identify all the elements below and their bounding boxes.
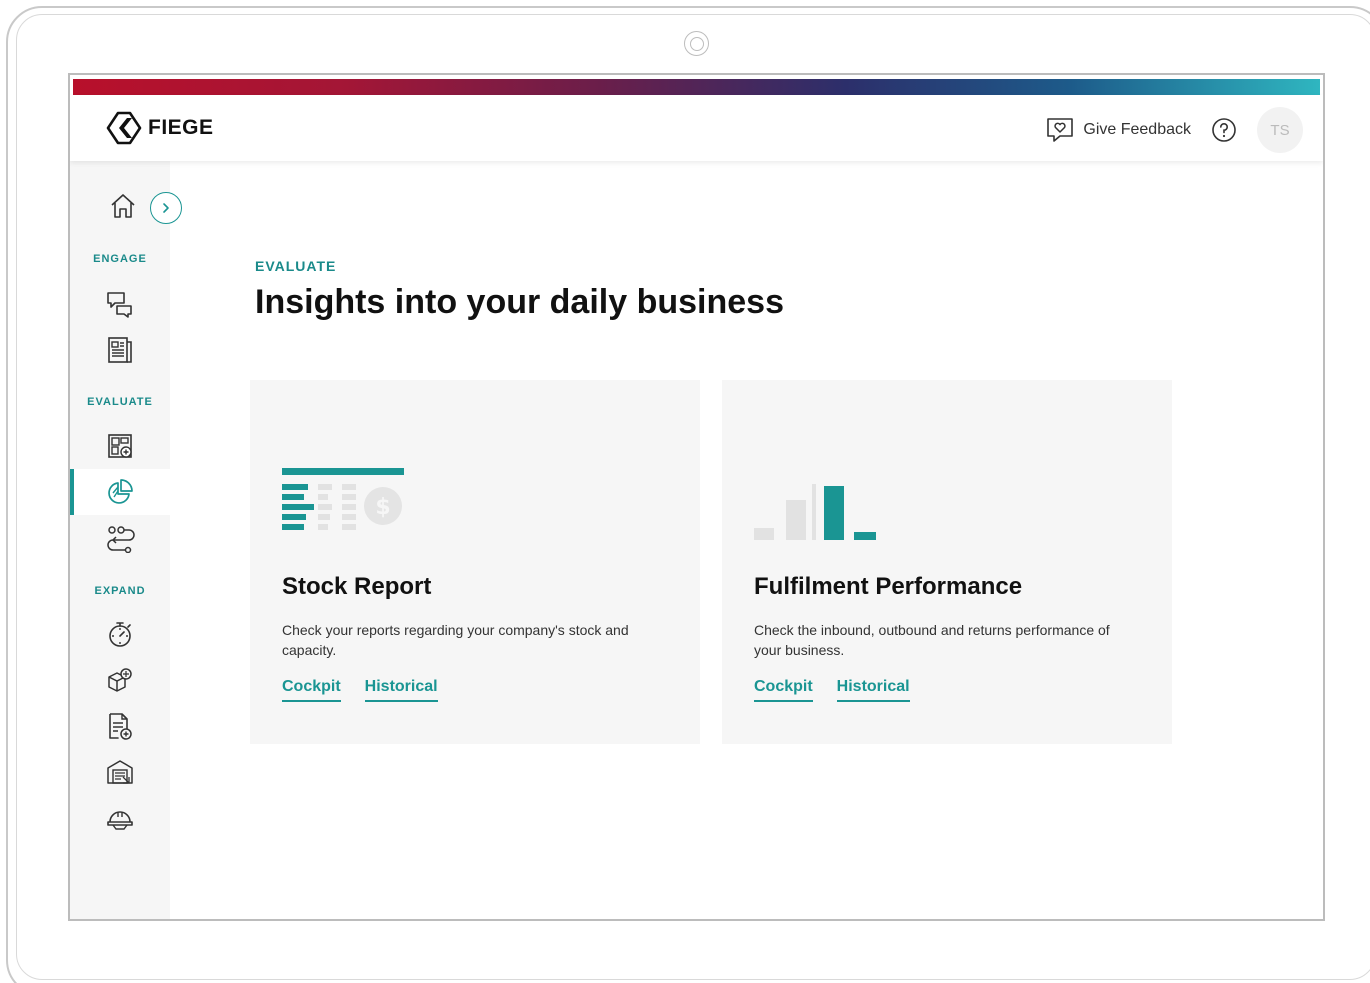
page-title: Insights into your daily business	[255, 283, 784, 321]
help-button[interactable]	[1211, 117, 1237, 143]
sidebar-item-flow[interactable]	[70, 515, 170, 561]
card-fulfilment-performance[interactable]: Fulfilment Performance Check the inbound…	[722, 380, 1172, 744]
bar-chart-icon	[754, 468, 878, 545]
sidebar-item-warehouse[interactable]	[70, 749, 170, 795]
sidebar-item-safety[interactable]	[70, 795, 170, 841]
give-feedback-button[interactable]: Give Feedback	[1045, 116, 1191, 144]
stock-report-cockpit-link[interactable]: Cockpit	[282, 678, 341, 702]
top-header: FIEGE Give Feedback TS	[70, 95, 1323, 161]
stock-report-icon: $	[282, 468, 406, 539]
boxes-icon	[108, 668, 132, 692]
document-add-icon	[109, 713, 132, 740]
camera-icon	[684, 31, 709, 56]
sidebar-item-stopwatch[interactable]	[70, 611, 170, 657]
news-icon	[108, 337, 132, 363]
sidebar-item-boxes[interactable]	[70, 657, 170, 703]
helmet-icon	[107, 811, 133, 830]
sidebar: ENGAGE EVALUATE EXPAND	[70, 161, 182, 919]
fulfilment-cockpit-link[interactable]: Cockpit	[754, 678, 813, 702]
fiege-logo[interactable]: FIEGE	[106, 111, 214, 145]
feedback-heart-icon	[1047, 118, 1074, 142]
chat-icon	[107, 292, 132, 318]
sidebar-item-chat[interactable]	[70, 281, 170, 327]
card-title: Fulfilment Performance	[754, 573, 1023, 600]
card-description: Check the inbound, outbound and returns …	[754, 622, 1110, 658]
sidebar-item-analytics[interactable]	[70, 469, 170, 515]
flow-icon	[107, 526, 135, 553]
section-label-expand: EXPAND	[94, 585, 146, 597]
feedback-label: Give Feedback	[1083, 121, 1191, 138]
stopwatch-icon	[109, 622, 131, 647]
sidebar-item-dashboard[interactable]	[70, 423, 170, 469]
brand-gradient-bar	[73, 79, 1320, 95]
page-eyebrow: EVALUATE	[255, 258, 337, 274]
sidebar-item-document[interactable]	[70, 703, 170, 749]
logo-text: FIEGE	[148, 116, 214, 139]
fulfilment-historical-link[interactable]: Historical	[836, 678, 910, 702]
building-icon	[107, 760, 133, 784]
stock-report-historical-link[interactable]: Historical	[364, 678, 438, 702]
help-icon	[1212, 118, 1236, 142]
dashboard-add-icon	[108, 434, 132, 458]
pie-chart-icon	[108, 479, 133, 504]
sidebar-item-home[interactable]	[108, 191, 138, 226]
user-avatar[interactable]: TS	[1257, 107, 1303, 153]
section-label-evaluate: EVALUATE	[87, 396, 153, 408]
svg-text:$: $	[375, 495, 390, 520]
card-description: Check your reports regarding your compan…	[282, 622, 629, 658]
sidebar-item-news[interactable]	[70, 327, 170, 373]
home-icon	[111, 194, 135, 218]
card-title: Stock Report	[282, 573, 432, 600]
fiege-logo-icon	[106, 111, 142, 145]
main-content: EVALUATE Insights into your daily busine…	[170, 161, 1323, 919]
section-label-engage: ENGAGE	[93, 253, 147, 265]
card-stock-report[interactable]: $ Stock Report Check your reports regard…	[250, 380, 700, 744]
app-screen: FIEGE Give Feedback TS ENGAGE EVALUATE E…	[68, 73, 1325, 921]
